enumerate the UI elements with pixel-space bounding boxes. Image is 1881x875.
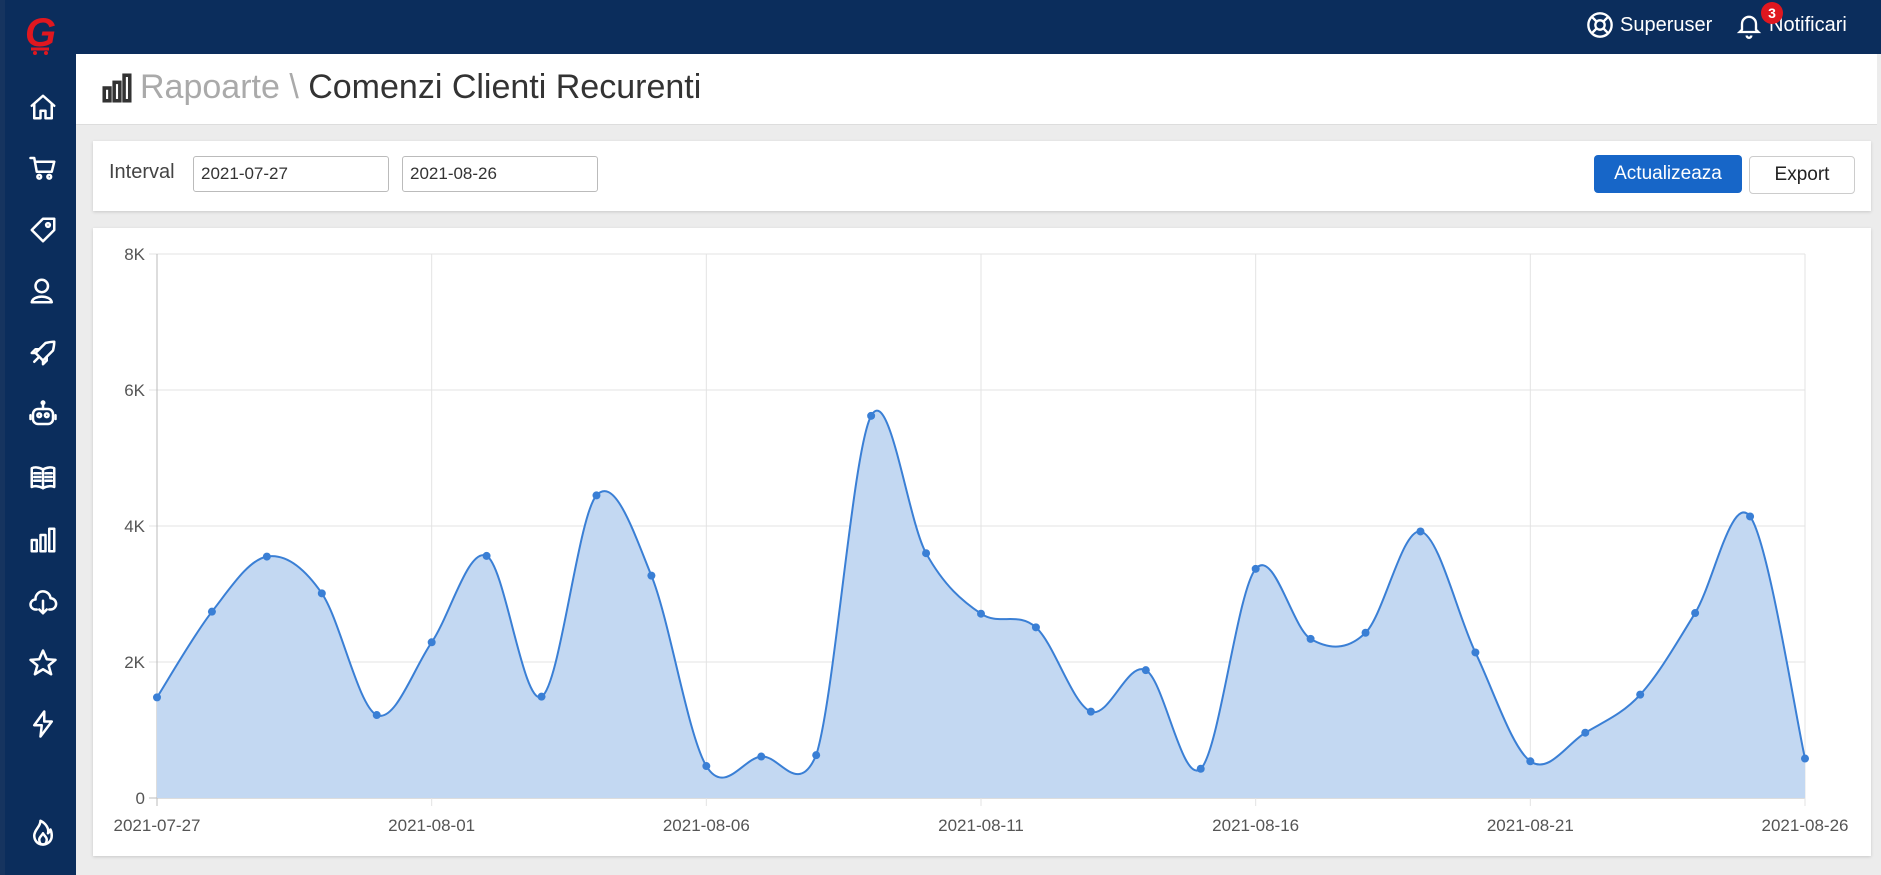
footer-strip: [76, 860, 1881, 875]
data-point[interactable]: [1471, 648, 1480, 657]
data-point[interactable]: [1526, 757, 1535, 766]
data-point[interactable]: [262, 552, 271, 561]
reports-icon: [102, 72, 132, 103]
y-tick-label: 2K: [124, 653, 145, 672]
update-button[interactable]: Actualizeaza: [1594, 155, 1742, 193]
x-tick-label: 2021-08-26: [1762, 816, 1849, 835]
data-point[interactable]: [647, 571, 656, 580]
x-tick-label: 2021-08-01: [388, 816, 475, 835]
x-axis: 2021-07-27 2021-08-01 2021-08-06 2021-08-11…: [114, 816, 1849, 835]
sidebar-item-customers[interactable]: [25, 273, 61, 309]
data-point[interactable]: [427, 638, 436, 647]
data-point[interactable]: [1581, 728, 1590, 737]
filter-bar: Interval Actualizeaza Export: [93, 141, 1871, 211]
data-point[interactable]: [1196, 764, 1205, 773]
customers-icon: [30, 278, 53, 304]
sidebar-item-reviews[interactable]: [25, 645, 61, 681]
data-point[interactable]: [1636, 690, 1645, 699]
data-point[interactable]: [1801, 754, 1809, 763]
data-point[interactable]: [812, 751, 821, 760]
rocket-icon: [30, 340, 56, 366]
logo-icon: G: [25, 11, 56, 55]
home-icon: [30, 94, 56, 120]
data-point[interactable]: [1141, 666, 1150, 675]
data-point[interactable]: [757, 752, 766, 761]
sidebar-item-products[interactable]: [25, 212, 61, 248]
x-tick-label: 2021-08-11: [938, 816, 1024, 835]
data-point[interactable]: [1306, 634, 1315, 643]
cart-icon: [29, 156, 56, 180]
tag-icon: [30, 217, 56, 243]
data-point[interactable]: [1361, 628, 1370, 637]
sidebar-item-integrations[interactable]: [25, 706, 61, 742]
data-point[interactable]: [207, 607, 216, 616]
data-point[interactable]: [372, 711, 381, 720]
top-bar: Superuser 3 Notificari: [76, 0, 1881, 54]
sidebar-item-reports[interactable]: [25, 522, 61, 558]
export-button[interactable]: Export: [1749, 156, 1855, 194]
y-axis: 0 2K 4K 6K 8K: [124, 245, 145, 808]
x-tick-label: 2021-08-16: [1212, 816, 1299, 835]
page-title: Rapoarte \ Comenzi Clienti Recurenti: [100, 68, 701, 107]
data-point[interactable]: [922, 549, 931, 558]
data-point[interactable]: [482, 551, 491, 560]
lifebuoy-icon: [1587, 12, 1613, 38]
x-tick-label: 2021-07-27: [114, 816, 201, 835]
area-chart: 0 2K 4K 6K 8K 2021-07-27 2021-08-01 2021-08-06…: [114, 245, 1849, 835]
y-tick-label: 6K: [124, 381, 145, 400]
sidebar-item-automation[interactable]: [25, 396, 61, 432]
data-point[interactable]: [317, 589, 326, 598]
data-point[interactable]: [1031, 623, 1040, 632]
fire-icon: [33, 819, 53, 846]
data-point[interactable]: [1691, 609, 1700, 618]
date-from-input[interactable]: [193, 156, 389, 192]
sidebar-item-orders[interactable]: [25, 150, 61, 186]
data-point[interactable]: [1251, 564, 1260, 573]
sidebar-item-catalog[interactable]: [25, 459, 61, 495]
sidebar-item-downloads[interactable]: [25, 584, 61, 620]
sidebar: G: [0, 0, 76, 875]
x-tick-label: 2021-08-21: [1487, 816, 1574, 835]
data-point[interactable]: [153, 693, 161, 702]
date-to-input[interactable]: [402, 156, 598, 192]
reports-icon: [30, 527, 56, 553]
y-tick-label: 4K: [124, 517, 145, 536]
data-point[interactable]: [867, 411, 876, 420]
book-icon: [30, 466, 56, 490]
data-point[interactable]: [702, 762, 711, 771]
title-bar: Rapoarte \ Comenzi Clienti Recurenti: [76, 54, 1877, 125]
y-tick-label: 0: [136, 789, 145, 808]
user-menu[interactable]: Superuser: [1586, 10, 1712, 40]
notifications-menu[interactable]: 3 Notificari: [1735, 2, 1847, 40]
logo[interactable]: G: [19, 8, 67, 56]
robot-icon: [29, 400, 57, 426]
cloud-download-icon: [29, 590, 58, 615]
user-menu-label: Superuser: [1620, 13, 1713, 36]
data-point[interactable]: [592, 491, 601, 500]
sidebar-item-home[interactable]: [25, 89, 61, 125]
sidebar-item-hot[interactable]: [25, 814, 61, 850]
data-point[interactable]: [1746, 512, 1755, 521]
data-point[interactable]: [537, 692, 546, 701]
chart-card: 0 2K 4K 6K 8K 2021-07-27 2021-08-01 2021-08-06…: [93, 228, 1871, 856]
x-tick-label: 2021-08-06: [663, 816, 750, 835]
page-title-text: Comenzi Clienti Recurenti: [308, 68, 702, 106]
data-point[interactable]: [977, 609, 985, 618]
lightning-icon: [33, 710, 53, 738]
notifications-badge: 3: [1761, 2, 1783, 24]
y-tick-label: 8K: [124, 245, 145, 264]
data-point[interactable]: [1086, 707, 1095, 716]
data-point[interactable]: [1416, 527, 1425, 536]
star-icon: [29, 649, 57, 676]
sidebar-item-marketing[interactable]: [25, 335, 61, 371]
bell-icon: [1736, 15, 1762, 39]
breadcrumb[interactable]: Rapoarte \: [140, 68, 299, 107]
interval-label: Interval: [109, 161, 175, 183]
